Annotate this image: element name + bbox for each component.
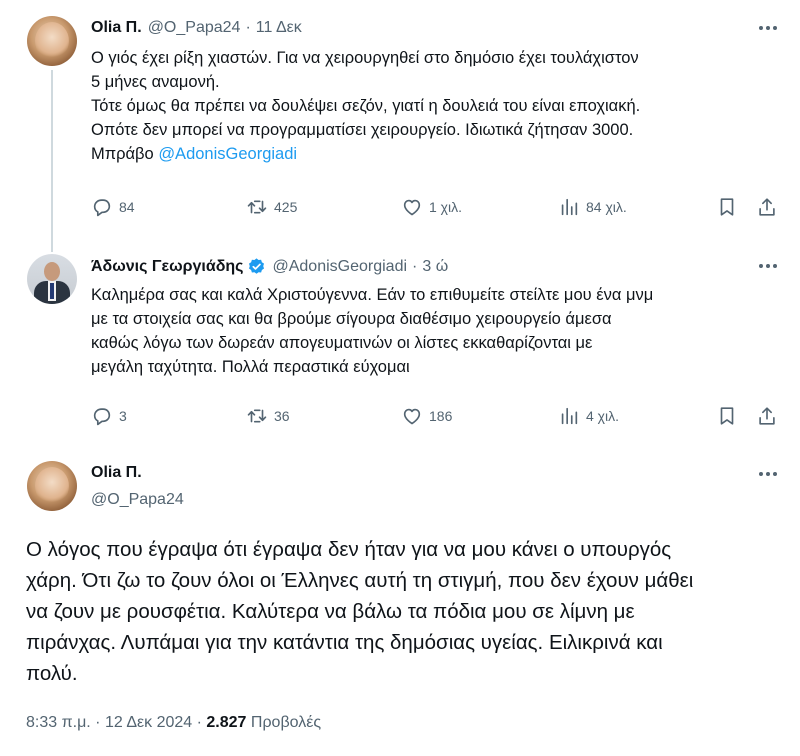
- views-count: 84 χιλ.: [586, 199, 627, 215]
- like-button[interactable]: 1 χιλ.: [401, 196, 462, 218]
- reply-button[interactable]: 3: [91, 405, 127, 427]
- reply-button[interactable]: 84: [91, 196, 135, 218]
- separator-dot: ·: [245, 19, 251, 36]
- tweet-text-line: μεγάλη ταχύτητα. Πολλά περαστικά εύχομαι: [91, 358, 410, 376]
- like-icon: [403, 199, 421, 216]
- action-bar: 84 425 1 χιλ. 84 χιλ.: [91, 196, 781, 220]
- tweet-2[interactable]: Άδωνις Γεωργιάδης @AdonisGeorgiadi · 3 ώ…: [0, 245, 800, 450]
- tweet-text-line: καθώς λόγω των δωρεάν απογευματινών οι λ…: [91, 334, 593, 352]
- retweet-button[interactable]: 425: [246, 196, 297, 218]
- author-name[interactable]: Olia Π.: [91, 464, 142, 482]
- reply-icon: [93, 408, 111, 426]
- tweet-time[interactable]: 11 Δεκ: [256, 19, 302, 37]
- separator-dot: ·: [412, 257, 418, 275]
- tweet-text-line: Ο γιός έχει ρίξη χιαστών. Για να χειρουρ…: [91, 49, 639, 67]
- like-icon: [403, 408, 421, 425]
- author-name[interactable]: Άδωνις Γεωργιάδης: [91, 258, 243, 276]
- author-handle[interactable]: @O_Papa24: [148, 19, 241, 37]
- views-button[interactable]: 4 χιλ.: [558, 405, 619, 427]
- tweet-text-line: Ο λόγος που έγραψα ότι έγραψα δεν ήταν γ…: [26, 538, 672, 561]
- tweet-text-line: Καλημέρα σας και καλά Χριστούγεννα. Εάν …: [91, 286, 654, 304]
- more-options-button[interactable]: [756, 16, 780, 40]
- reply-icon: [93, 199, 111, 217]
- tweet-1[interactable]: Olia Π. @O_Papa24 · 11 Δεκ Ο γιός έχει ρ…: [0, 0, 800, 245]
- author-handle-row: @O_Papa24: [91, 491, 184, 509]
- tweet-text: Καλημέρα σας και καλά Χριστούγεννα. Εάν …: [91, 283, 653, 379]
- share-icon: [759, 407, 775, 425]
- avatar-head: [44, 262, 60, 281]
- views-button[interactable]: 84 χιλ.: [558, 196, 627, 218]
- tweet-text-line: χάρη. Ότι ζω το ζουν όλοι οι Έλληνες αυτ…: [26, 569, 694, 592]
- like-count: 186: [429, 408, 453, 424]
- mention-link[interactable]: @AdonisGeorgiadi: [158, 145, 297, 163]
- views-icon: [561, 407, 578, 425]
- views-count: 4 χιλ.: [586, 408, 620, 424]
- author-handle[interactable]: @AdonisGeorgiadi: [272, 258, 407, 276]
- tweet-text-line: να ζουν με ρουσφέτια. Καλύτερα να βάλω τ…: [26, 600, 635, 623]
- verified-badge-icon: [249, 258, 265, 274]
- avatar-tie: [50, 283, 54, 299]
- more-icon: [759, 26, 777, 30]
- avatar[interactable]: [27, 16, 77, 66]
- avatar[interactable]: [27, 461, 77, 511]
- tweet-timestamp[interactable]: 8:33 π.μ. · 12 Δεκ 2024 ·: [26, 714, 206, 731]
- author-handle[interactable]: @O_Papa24: [91, 491, 184, 509]
- more-icon: [759, 264, 777, 268]
- text-prefix: Μπράβο: [91, 145, 159, 163]
- bookmark-button[interactable]: [716, 196, 738, 218]
- tweet-text-line: με τα στοιχεία σας και θα βρούμε σίγουρα…: [91, 310, 612, 328]
- action-bar: 3 36 186 4 χιλ.: [91, 405, 781, 429]
- retweet-icon: [247, 200, 267, 214]
- bookmark-icon: [720, 407, 734, 425]
- retweet-icon: [247, 409, 267, 423]
- main-tweet-text: Ο λόγος που έγραψα ότι έγραψα δεν ήταν γ…: [26, 534, 693, 689]
- like-count: 1 χιλ.: [429, 199, 463, 215]
- more-options-button[interactable]: [756, 462, 780, 486]
- tweet-time[interactable]: 3 ώ: [422, 258, 448, 276]
- views-total: 2.827: [206, 714, 247, 731]
- tweet-text-line: πολύ.: [26, 662, 78, 685]
- reply-count: 3: [119, 408, 127, 424]
- tweet-text-line: Τότε όμως θα πρέπει να δουλέψει σεζόν, γ…: [91, 97, 641, 115]
- tweet-text-line: 5 μήνες αναμονή.: [91, 73, 220, 91]
- retweet-count: 36: [274, 408, 290, 424]
- reply-count: 84: [119, 199, 135, 215]
- more-options-button[interactable]: [756, 254, 780, 278]
- author-name[interactable]: Olia Π.: [91, 19, 142, 37]
- share-button[interactable]: [756, 405, 778, 427]
- tweet-meta: 8:33 π.μ. · 12 Δεκ 2024 · 2.827 Προβολές: [26, 714, 321, 732]
- tweet-header: Olia Π. @O_Papa24 · 11 Δεκ: [91, 19, 302, 37]
- more-icon: [759, 472, 777, 476]
- author-name-row: Olia Π.: [91, 464, 142, 482]
- bookmark-button[interactable]: [716, 405, 738, 427]
- tweet-header: Άδωνις Γεωργιάδης @AdonisGeorgiadi · 3 ώ: [91, 257, 448, 276]
- share-button[interactable]: [756, 196, 778, 218]
- like-button[interactable]: 186: [401, 405, 452, 427]
- avatar[interactable]: [27, 254, 77, 304]
- share-icon: [759, 198, 775, 216]
- tweet-text: Ο γιός έχει ρίξη χιαστών. Για να χειρουρ…: [91, 46, 640, 166]
- tweet-text-line: πιράνχας. Λυπάμαι για την κατάντια της δ…: [26, 631, 663, 654]
- tweet-text-line: Μπράβο @AdonisGeorgiadi: [91, 142, 640, 166]
- retweet-count: 425: [274, 199, 298, 215]
- retweet-button[interactable]: 36: [246, 405, 290, 427]
- views-icon: [561, 198, 578, 216]
- views-label: Προβολές: [246, 714, 322, 731]
- tweet-text-line: Οπότε δεν μπορεί να προγραμματίσει χειρο…: [91, 121, 634, 139]
- bookmark-icon: [720, 198, 734, 216]
